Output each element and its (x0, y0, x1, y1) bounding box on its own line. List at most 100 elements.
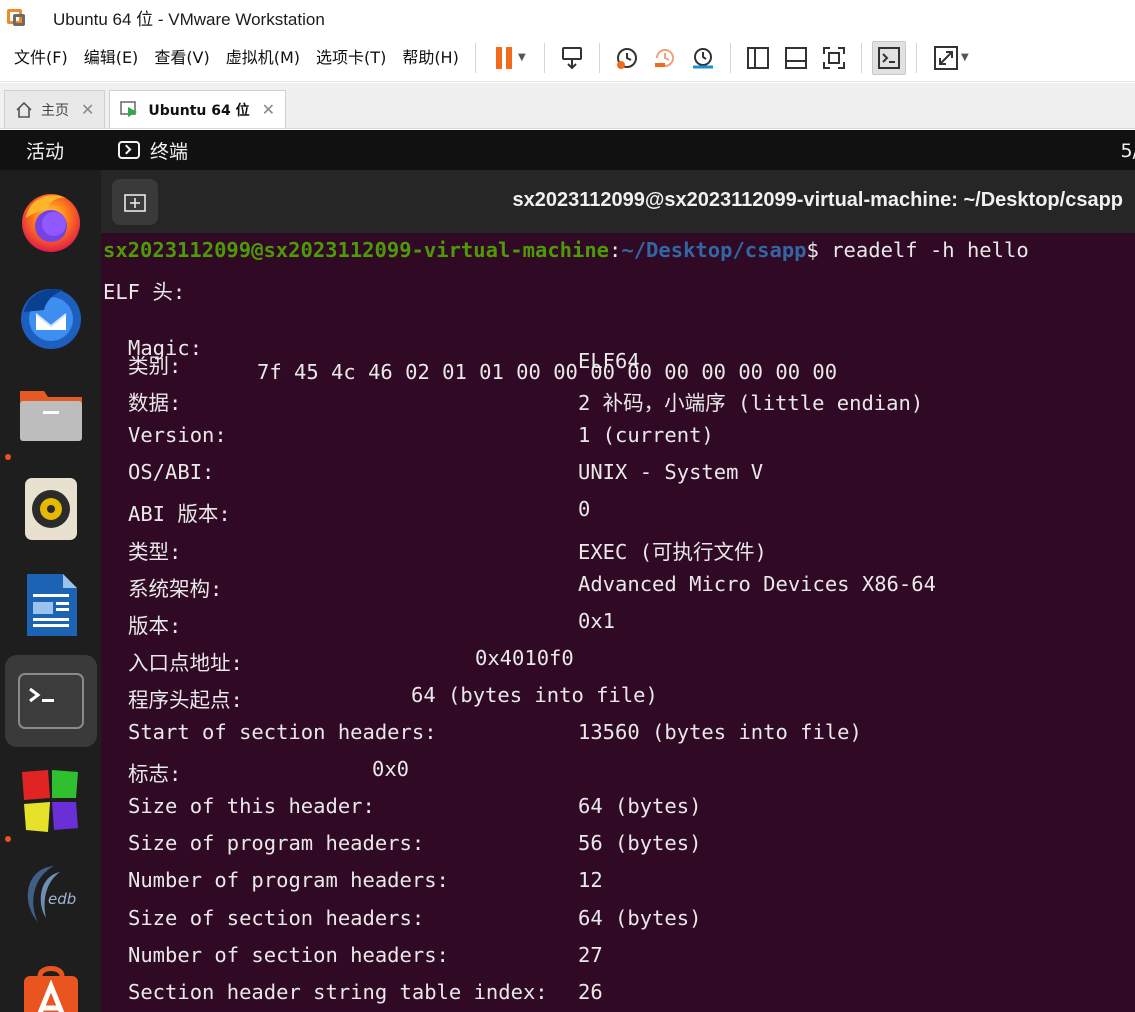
fullscreen-button[interactable] (817, 41, 851, 75)
revert-snapshot-icon (654, 48, 674, 67)
dock-item-libreoffice-writer[interactable] (5, 559, 97, 651)
take-snapshot-button[interactable] (610, 41, 644, 75)
menu-file[interactable]: 文件(F) (6, 43, 76, 73)
field-label: Section header string table index: (128, 979, 548, 1004)
new-tab-button[interactable] (112, 179, 158, 225)
field-value: 2 补码，小端序 (little endian) (578, 391, 924, 416)
field-label: OS/ABI: (128, 460, 215, 485)
fullscreen-icon (822, 46, 845, 69)
field-value: 0x4010f0 (475, 645, 574, 670)
field-label: Number of program headers: (128, 868, 449, 893)
dock-item-terminal[interactable] (5, 655, 97, 747)
vmware-logo-icon (7, 6, 29, 28)
revert-snapshot-button[interactable] (648, 41, 682, 75)
dock-item-app-grid[interactable] (5, 755, 97, 847)
dock-item-thunderbird[interactable] (5, 271, 97, 363)
field-value: 0 (578, 497, 591, 522)
field-label: 类别: (128, 354, 182, 378)
field-label: Size of this header: (128, 794, 375, 819)
edb-debugger-icon: edb (27, 866, 76, 922)
thumbnail-bar-icon (784, 46, 807, 69)
chevron-down-icon: ▼ (517, 52, 526, 63)
console-view-icon (877, 46, 900, 69)
svg-text:edb: edb (48, 890, 76, 908)
toolbar-divider (860, 42, 862, 73)
prompt-separator: : (609, 238, 622, 262)
new-tab-icon (124, 194, 146, 212)
libreoffice-writer-icon (27, 574, 77, 636)
terminal-app-icon (118, 141, 140, 159)
field-value: 56 (bytes) (578, 831, 702, 856)
sidebar-icon (746, 46, 769, 69)
close-icon[interactable]: ✕ (262, 100, 275, 119)
tab-home[interactable]: 主页 ✕ (4, 90, 106, 128)
app-center-icon (24, 966, 78, 1012)
vm-running-icon (120, 100, 138, 117)
field-value: 0x0 (372, 757, 410, 782)
menubar: 文件(F) 编辑(E) 查看(V) 虚拟机(M) 选项卡(T) 帮助(H) ▼ … (0, 34, 1135, 82)
clock[interactable]: 5/ (1121, 140, 1135, 162)
menu-view[interactable]: 查看(V) (146, 43, 217, 73)
tab-label: 主页 (41, 102, 69, 119)
firefox-icon (22, 194, 80, 252)
app-menu[interactable]: 终端 (118, 137, 188, 164)
toolbar-divider (474, 42, 476, 73)
field-value: 13560 (bytes into file) (578, 720, 862, 744)
field-value: Advanced Micro Devices X86-64 (578, 571, 936, 596)
field-value: 0x1 (578, 608, 616, 633)
elf-header-title: ELF 头: (103, 280, 186, 304)
command-text: readelf -h hello (831, 238, 1029, 262)
tab-label: Ubuntu 64 位 (148, 102, 250, 119)
tab-ubuntu-vm[interactable]: Ubuntu 64 位 ✕ (109, 90, 287, 128)
home-icon (16, 101, 32, 118)
show-library-button[interactable] (741, 41, 775, 75)
dock-item-edb[interactable]: edb (5, 851, 97, 943)
console-view-button[interactable] (871, 40, 906, 75)
terminal-headerbar: sx2023112099@sx2023112099-virtual-machin… (101, 170, 1135, 233)
pause-button[interactable]: ▼ (486, 41, 534, 75)
dock-item-firefox[interactable] (5, 175, 97, 267)
pause-icon (495, 46, 512, 69)
dock-item-rhythmbox[interactable] (5, 463, 97, 555)
toolbar-divider (729, 42, 731, 73)
field-value: 64 (bytes into file) (411, 682, 658, 707)
menu-vm[interactable]: 虚拟机(M) (218, 43, 308, 73)
field-label: 数据: (128, 391, 182, 416)
menu-edit[interactable]: 编辑(E) (76, 43, 147, 73)
toolbar-divider (543, 42, 545, 73)
field-value: ELF64 (578, 349, 640, 373)
menu-help[interactable]: 帮助(H) (394, 43, 467, 73)
terminal-output[interactable]: sx2023112099@sx2023112099-virtual-machin… (103, 233, 1135, 1012)
prompt-user: sx2023112099@sx2023112099-virtual-machin… (103, 238, 610, 262)
send-keys-icon (561, 46, 582, 69)
field-label: Size of program headers: (128, 831, 425, 856)
dock-item-app-center[interactable] (5, 947, 97, 1012)
field-label: 系统架构: (128, 576, 223, 601)
field-value: 26 (578, 979, 603, 1004)
chevron-down-icon: ▼ (960, 52, 969, 63)
close-icon[interactable]: ✕ (81, 100, 94, 119)
field-value: EXEC (可执行文件) (578, 539, 767, 564)
snapshot-manager-button[interactable] (686, 41, 720, 75)
terminal-window[interactable]: sx2023112099@sx2023112099-virtual-machin… (101, 170, 1135, 1012)
dock-item-files[interactable] (5, 367, 97, 459)
vm-display[interactable]: 活动 终端 5/ (0, 130, 1135, 1012)
prompt-symbol: $ (806, 238, 832, 262)
activities-button[interactable]: 活动 (26, 137, 118, 164)
field-label: 版本: (128, 613, 182, 638)
window-title: Ubuntu 64 位 - VMware Workstation (53, 9, 325, 29)
thumbnail-bar-button[interactable] (779, 41, 813, 75)
stretch-guest-button[interactable]: ▼ (927, 41, 975, 75)
thunderbird-icon (21, 288, 81, 349)
menu-tabs[interactable]: 选项卡(T) (308, 43, 394, 73)
field-value: 7f 45 4c 46 02 01 01 00 00 00 00 00 00 0… (257, 360, 838, 384)
app-grid-colored-icon (22, 770, 78, 832)
field-label: 标志: (128, 762, 182, 787)
field-label: Start of section headers: (128, 720, 437, 744)
field-value: 1 (current) (578, 423, 714, 448)
rhythmbox-icon (25, 478, 77, 540)
gnome-top-bar: 活动 终端 5/ (0, 130, 1135, 170)
send-ctrl-alt-del-button[interactable] (555, 41, 589, 75)
field-value: 64 (bytes) (578, 905, 702, 930)
snapshot-icon (616, 47, 637, 69)
